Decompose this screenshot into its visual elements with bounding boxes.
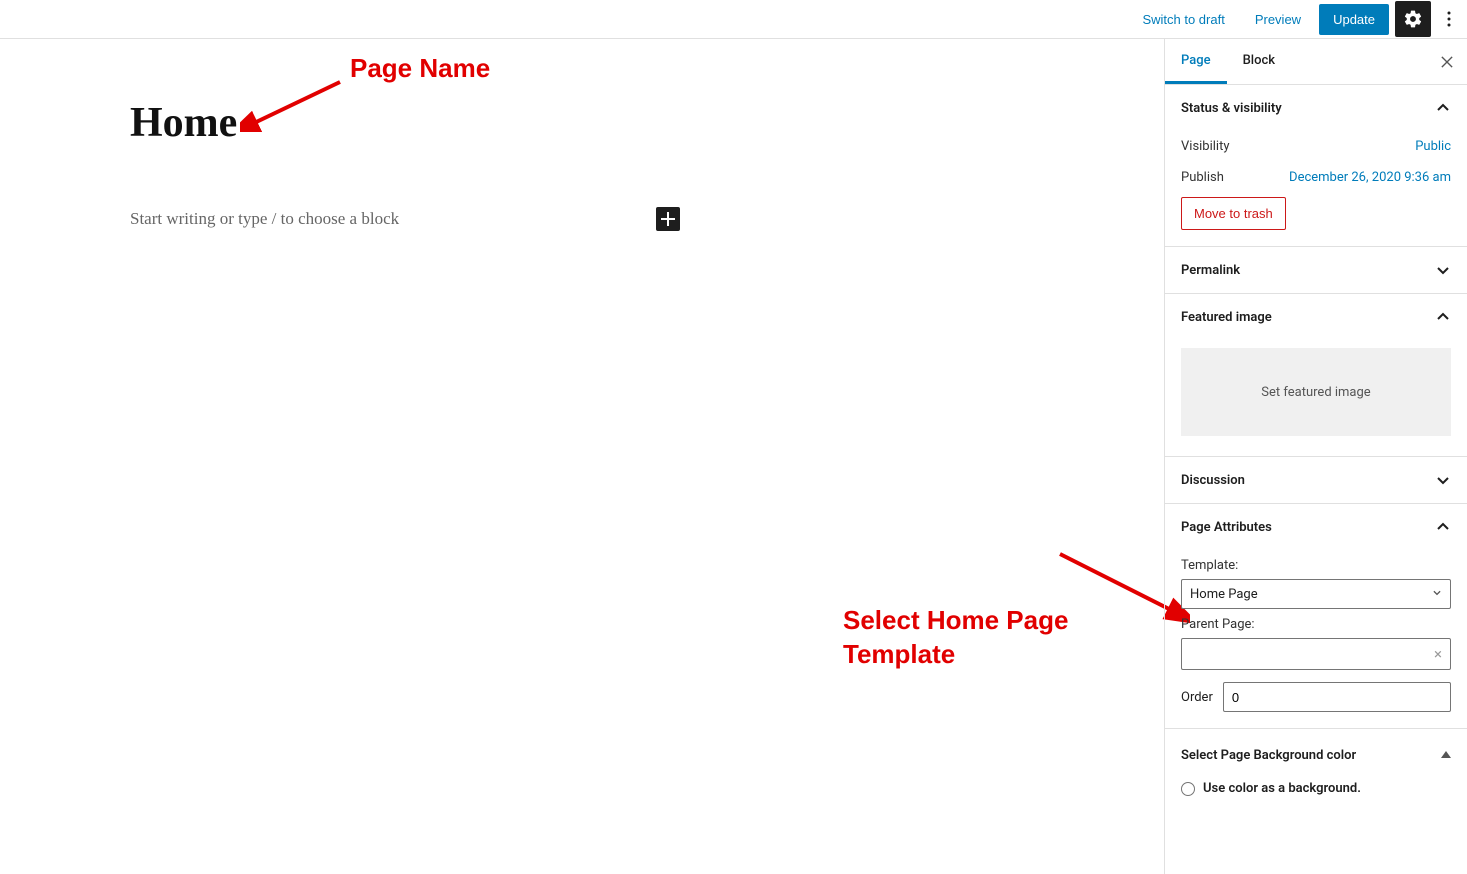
close-icon	[1441, 56, 1453, 68]
chevron-up-icon	[1435, 100, 1451, 116]
bgcolor-option-label: Use color as a background.	[1203, 781, 1361, 796]
panel-status-visibility: Status & visibility Visibility Public Pu…	[1165, 85, 1467, 247]
parent-page-select[interactable]: ×	[1181, 638, 1451, 670]
panel-bgcolor: Select Page Background color Use color a…	[1165, 729, 1467, 802]
chevron-up-icon	[1435, 309, 1451, 325]
page-title[interactable]: Home	[130, 99, 880, 147]
set-featured-image-button[interactable]: Set featured image	[1181, 348, 1451, 436]
panel-discussion: Discussion	[1165, 457, 1467, 504]
template-select[interactable]: Home Page	[1181, 579, 1451, 609]
switch-to-draft-button[interactable]: Switch to draft	[1130, 4, 1236, 35]
chevron-down-icon	[1432, 587, 1442, 602]
template-value: Home Page	[1190, 587, 1258, 602]
update-button[interactable]: Update	[1319, 4, 1389, 35]
add-block-button[interactable]	[656, 207, 680, 231]
panel-title-status: Status & visibility	[1181, 101, 1282, 116]
visibility-label: Visibility	[1181, 139, 1230, 154]
ellipsis-vertical-icon	[1447, 11, 1451, 27]
tab-page[interactable]: Page	[1165, 39, 1227, 84]
template-label: Template:	[1181, 558, 1451, 573]
publish-value[interactable]: December 26, 2020 9:36 am	[1289, 170, 1451, 185]
plus-icon	[661, 212, 675, 226]
gear-icon	[1403, 9, 1423, 29]
publish-label: Publish	[1181, 170, 1224, 185]
panel-title-permalink: Permalink	[1181, 263, 1240, 278]
chevron-down-icon	[1435, 262, 1451, 278]
annotation-select-template: Select Home Page Template	[843, 604, 1164, 672]
panel-toggle-status[interactable]: Status & visibility	[1165, 85, 1467, 131]
sidebar-tabs: Page Block	[1165, 39, 1467, 85]
editor-canvas[interactable]: Home Start writing or type / to choose a…	[0, 39, 1164, 874]
radio-icon	[1181, 782, 1195, 796]
panel-title-bgcolor: Select Page Background color	[1181, 747, 1356, 765]
panel-featured-image: Featured image Set featured image	[1165, 294, 1467, 457]
tab-block[interactable]: Block	[1227, 39, 1291, 84]
panel-toggle-attributes[interactable]: Page Attributes	[1165, 504, 1467, 550]
close-sidebar-button[interactable]	[1435, 50, 1459, 74]
chevron-down-icon	[1435, 472, 1451, 488]
panel-toggle-discussion[interactable]: Discussion	[1165, 457, 1467, 503]
panel-title-discussion: Discussion	[1181, 473, 1245, 488]
annotation-page-name: Page Name	[350, 53, 490, 84]
top-toolbar: Switch to draft Preview Update	[0, 0, 1467, 39]
panel-toggle-permalink[interactable]: Permalink	[1165, 247, 1467, 293]
parent-page-label: Parent Page:	[1181, 617, 1451, 632]
order-input[interactable]	[1223, 682, 1451, 712]
settings-button[interactable]	[1395, 1, 1431, 37]
panel-title-attributes: Page Attributes	[1181, 520, 1272, 535]
chevron-up-icon	[1435, 519, 1451, 535]
triangle-up-icon	[1441, 751, 1451, 758]
visibility-value[interactable]: Public	[1415, 139, 1451, 154]
preview-button[interactable]: Preview	[1243, 4, 1313, 35]
panel-toggle-bgcolor[interactable]: Select Page Background color	[1165, 729, 1467, 775]
clear-parent-icon[interactable]: ×	[1434, 645, 1442, 663]
block-placeholder[interactable]: Start writing or type / to choose a bloc…	[130, 209, 399, 229]
panel-page-attributes: Page Attributes Template: Home Page Pare…	[1165, 504, 1467, 729]
settings-sidebar: Page Block Status & visibility Visibilit…	[1164, 39, 1467, 874]
move-to-trash-button[interactable]: Move to trash	[1181, 197, 1286, 230]
panel-title-featured: Featured image	[1181, 310, 1272, 325]
more-options-button[interactable]	[1437, 1, 1461, 37]
panel-permalink: Permalink	[1165, 247, 1467, 294]
panel-toggle-featured[interactable]: Featured image	[1165, 294, 1467, 340]
bgcolor-option-1[interactable]: Use color as a background.	[1165, 775, 1467, 802]
order-label: Order	[1181, 690, 1213, 705]
